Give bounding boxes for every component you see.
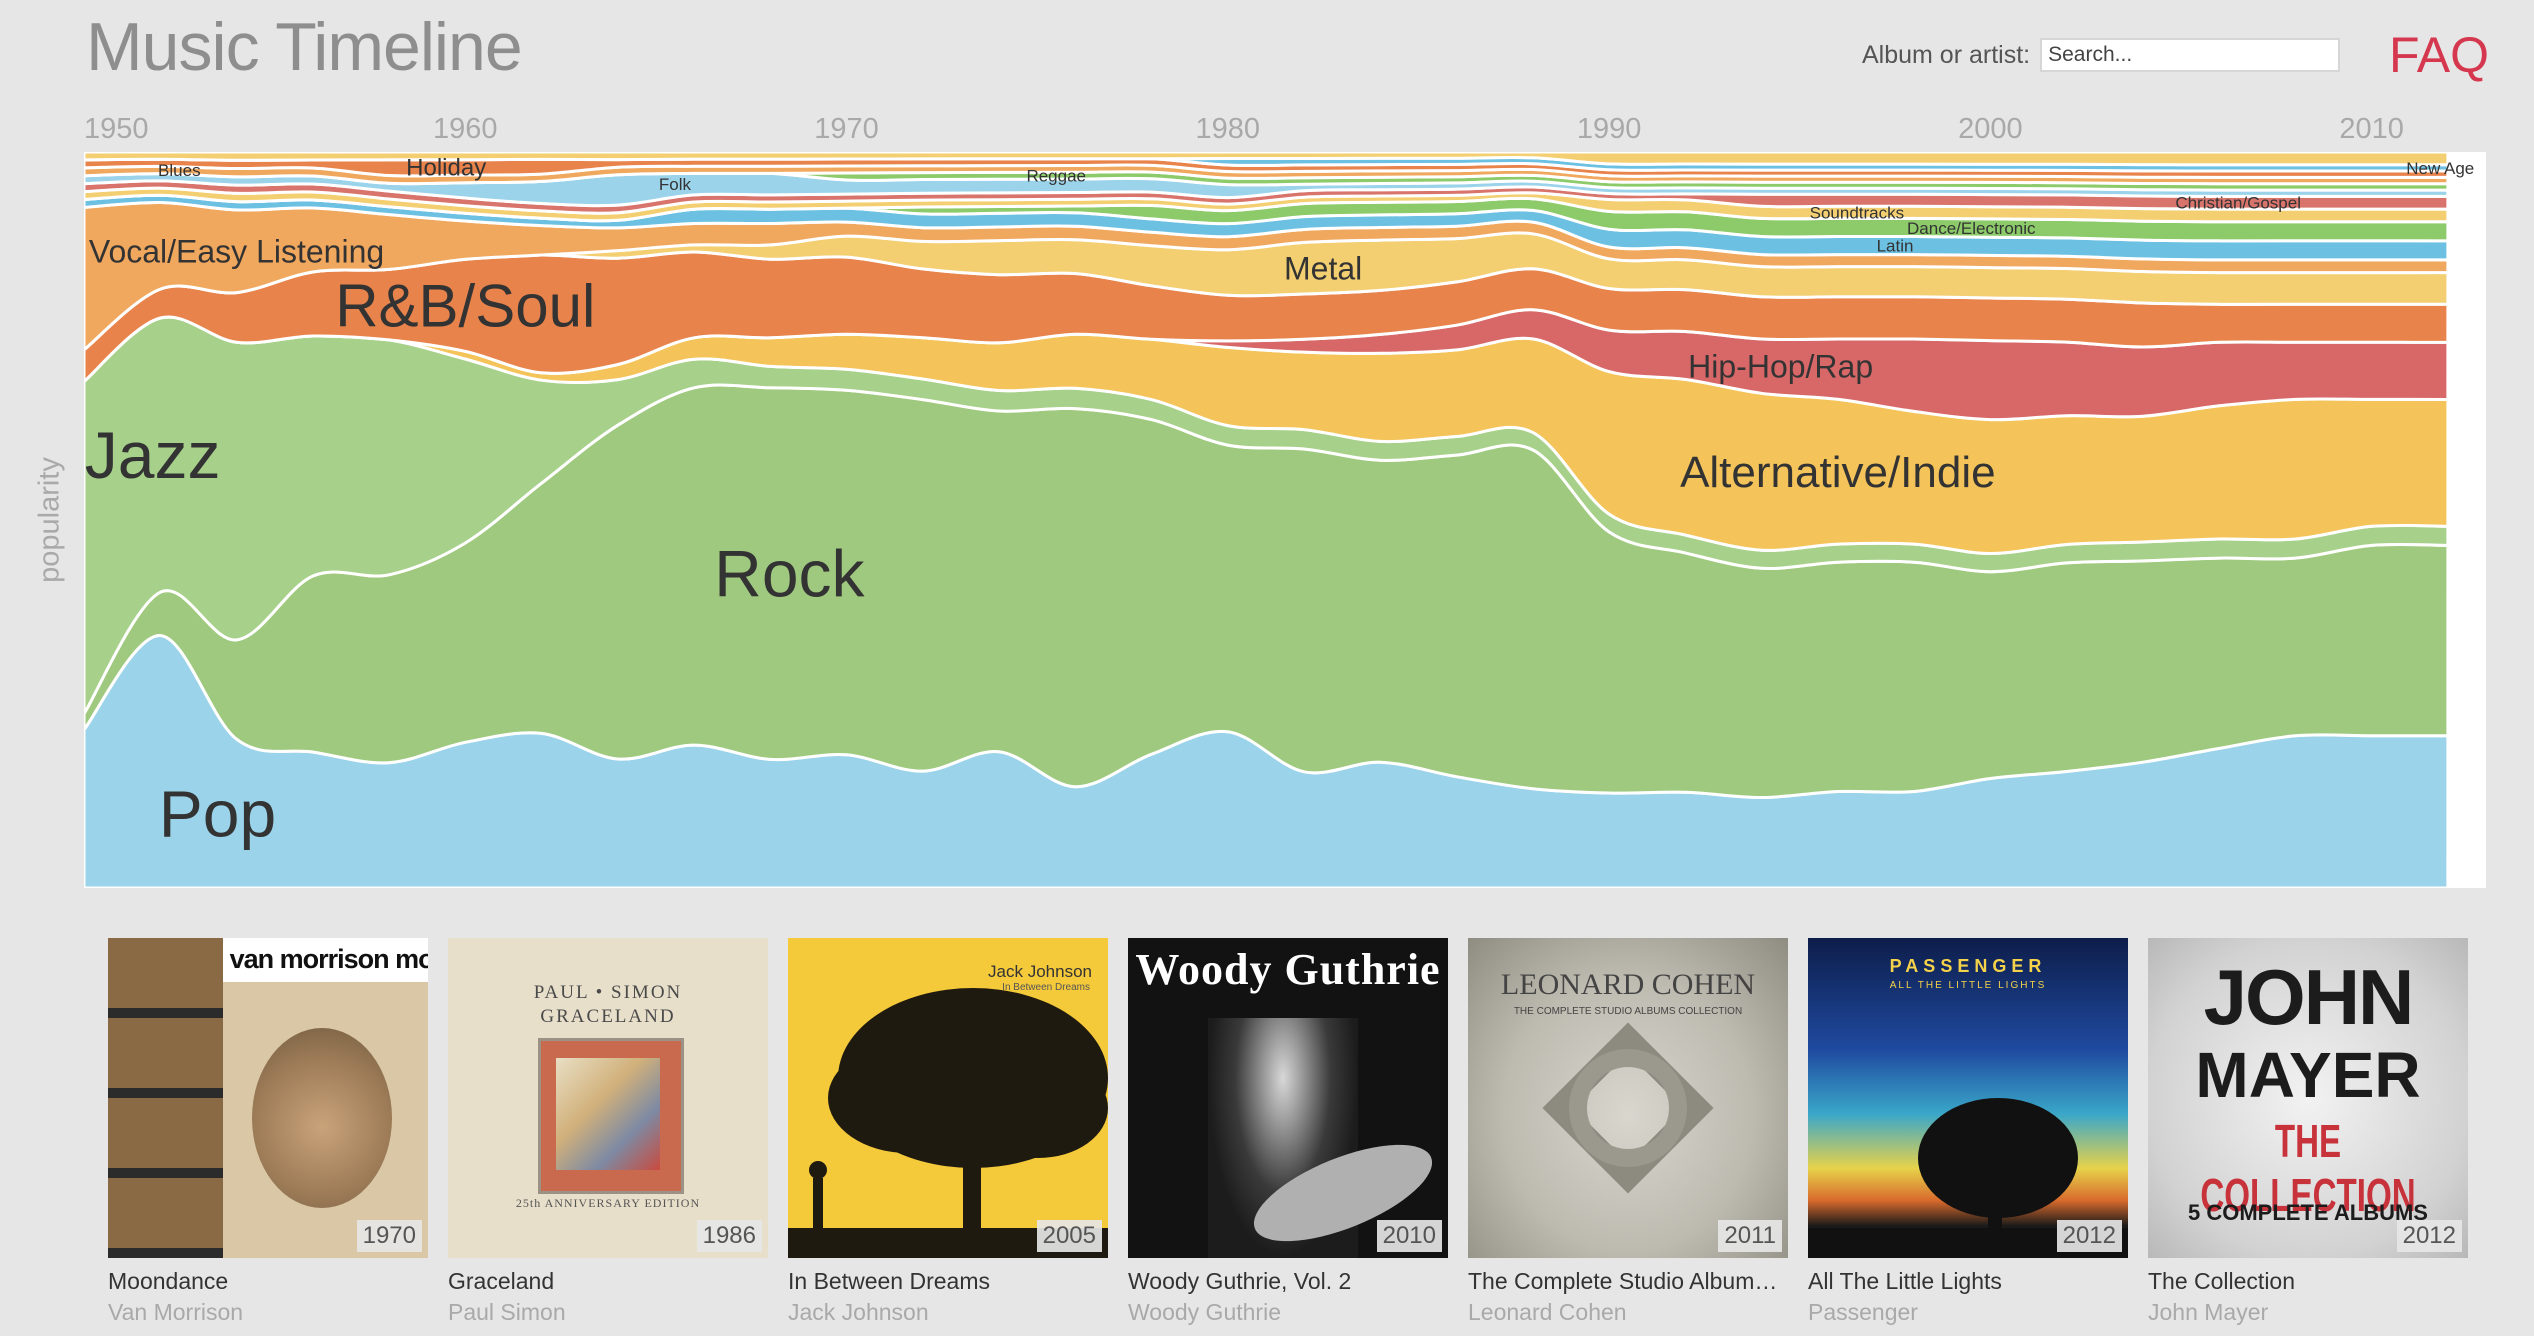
music-timeline-chart[interactable]: 1950 1960 1970 1980 1990 2000 2010 Pop Rock Jazz R… [84,100,2486,890]
album-card[interactable]: JOHN MAYER THE COLLECTION 5 COMPLETE ALB… [2148,938,2468,1326]
cover-artist: PAUL • SIMON [533,982,683,1003]
album-card[interactable]: Jack Johnson In Between Dreams 2005 In B… [788,938,1108,1326]
album-year: 2012 [2056,1220,2122,1252]
genre-label-soundtracks[interactable]: Soundtracks [1810,203,1905,222]
faq-link[interactable]: FAQ [2389,26,2489,84]
genre-label-pop[interactable]: Pop [159,777,276,851]
genre-label-latin[interactable]: Latin [1877,236,1914,255]
album-cover[interactable]: van morrison moondance 1970 [108,938,428,1258]
album-card[interactable]: LEONARD COHEN THE COMPLETE STUDIO ALBUMS… [1468,938,1788,1326]
album-title: Woody Guthrie, Vol. 2 [1128,1268,1352,1294]
genre-label-reggae[interactable]: Reggae [1026,167,1086,186]
genre-label-jazz[interactable]: Jazz [85,418,221,492]
genre-label-alternative-indie[interactable]: Alternative/Indie [1680,448,1996,497]
genre-label-folk[interactable]: Folk [659,175,692,194]
genre-label-rock[interactable]: Rock [714,537,865,611]
cover-title: van morrison moondance [229,944,428,974]
album-year: 2005 [1036,1220,1102,1252]
x-tick-label: 1950 [84,113,149,145]
x-tick-label: 1990 [1577,113,1642,145]
album-artist: Passenger [1808,1299,1918,1325]
genre-label-christian-gospel[interactable]: Christian/Gospel [2175,194,2301,213]
album-title: In Between Dreams [788,1268,990,1294]
album-title: All The Little Lights [1808,1268,2002,1294]
album-title: The Complete Studio Albums Collection [1468,1268,1788,1294]
y-axis-label: popularity [33,457,66,583]
genre-label-metal[interactable]: Metal [1284,250,1362,286]
genre-label-hip-hop-rap[interactable]: Hip-Hop/Rap [1688,348,1873,384]
search-bar: Album or artist: [1862,38,2341,72]
album-year: 2012 [2396,1220,2462,1252]
x-tick-label: 1980 [1196,113,1261,145]
album-card[interactable]: van morrison moondance 1970 Moondance Va… [108,938,428,1326]
album-year: 1970 [356,1220,422,1252]
album-title: The Collection [2148,1268,2296,1294]
x-tick-label: 1970 [814,113,879,145]
cover-title: MAYER [2195,1039,2421,1111]
cover-title: Woody Guthrie [1135,945,1441,994]
album-title: Graceland [448,1268,555,1294]
x-tick-label: 2000 [1958,113,2023,145]
album-artist: John Mayer [2148,1299,2269,1325]
album-cover[interactable]: LEONARD COHEN THE COMPLETE STUDIO ALBUMS… [1468,938,1788,1258]
album-artist: Leonard Cohen [1468,1299,1627,1325]
genre-label-blues[interactable]: Blues [158,161,201,180]
album-year: 2011 [1718,1220,1782,1252]
album-artist: Paul Simon [448,1299,566,1325]
album-cover[interactable]: Jack Johnson In Between Dreams 2005 [788,938,1108,1258]
genre-label-dance-electronic[interactable]: Dance/Electronic [1907,219,2036,238]
x-tick-label: 2010 [2339,113,2404,145]
streamgraph-svg[interactable]: 1950 1960 1970 1980 1990 2000 2010 Pop Rock Jazz R… [84,100,2486,890]
album-card[interactable]: PAUL • SIMON GRACELAND 25th ANNIVERSARY … [448,938,768,1326]
cover-edition: 25th ANNIVERSARY EDITION [515,1196,701,1210]
search-label: Album or artist: [1862,40,2031,69]
genre-label-vocal-easy-listening[interactable]: Vocal/Easy Listening [89,233,384,269]
album-card[interactable]: Woody Guthrie 2010 Woody Guthrie, Vol. 2… [1128,938,1448,1326]
album-artist: Jack Johnson [788,1299,929,1325]
album-title: Moondance [108,1268,229,1294]
album-cover[interactable]: PAUL • SIMON GRACELAND 25th ANNIVERSARY … [448,938,768,1258]
album-year: 2010 [1376,1220,1442,1252]
cover-title: GRACELAND [540,1006,676,1027]
album-cover[interactable]: JOHN MAYER THE COLLECTION 5 COMPLETE ALB… [2148,938,2468,1258]
genre-label-new-age[interactable]: New Age [2406,159,2474,178]
cover-artist: JOHN [2203,953,2415,1041]
album-cover[interactable]: PASSENGER ALL THE LITTLE LIGHTS 2012 [1808,938,2128,1258]
album-cover[interactable]: Woody Guthrie 2010 [1128,938,1448,1258]
stream-layers [84,152,2450,888]
x-tick-label: 1960 [433,113,498,145]
album-card[interactable]: PASSENGER ALL THE LITTLE LIGHTS 2012 All… [1808,938,2128,1326]
search-input[interactable] [2040,38,2341,72]
album-year: 1986 [696,1220,762,1252]
genre-label-r-b-soul[interactable]: R&B/Soul [335,272,595,339]
page-title: Music Timeline [86,9,523,85]
album-artist: Van Morrison [108,1299,244,1325]
album-list: van morrison moondance 1970 Moondance Va… [108,938,2468,1326]
album-artist: Woody Guthrie [1128,1299,1281,1325]
genre-label-holiday[interactable]: Holiday [406,155,486,182]
